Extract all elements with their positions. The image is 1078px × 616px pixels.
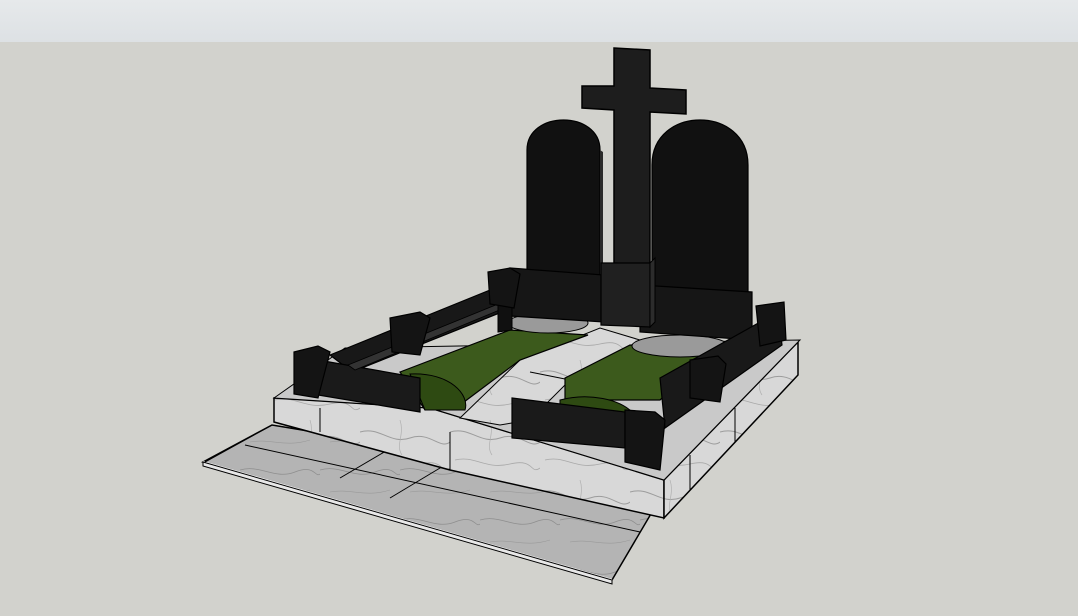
sketchup-viewport[interactable] (0, 0, 1078, 616)
model-canvas[interactable] (0, 0, 1078, 616)
left-arched-headstone[interactable] (509, 119, 605, 323)
right-arched-headstone[interactable] (639, 119, 753, 341)
